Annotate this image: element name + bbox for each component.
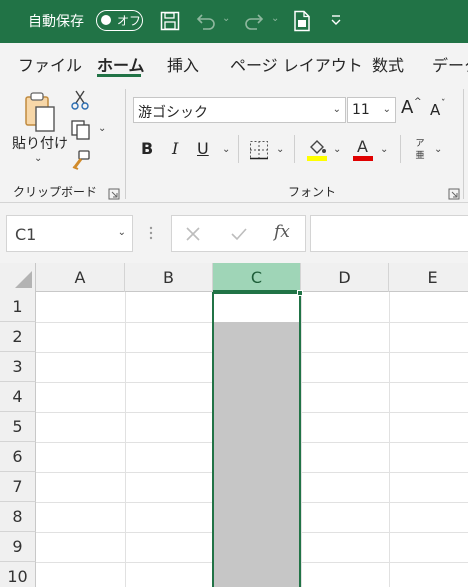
- underline-chevron-icon[interactable]: ⌄: [222, 144, 230, 155]
- autosave-label: 自動保存: [28, 14, 84, 30]
- ribbon-tabs: ファイル ホーム 挿入 ページ レイアウト 数式 データ: [0, 43, 468, 83]
- column-header-b[interactable]: B: [125, 263, 213, 292]
- decrease-font-size-icon[interactable]: Aˇ: [430, 99, 450, 123]
- grid-line: [389, 292, 390, 587]
- column-header-a[interactable]: A: [36, 263, 125, 292]
- phonetic-chevron-icon[interactable]: ⌄: [434, 144, 442, 155]
- clipboard-group-label: クリップボード: [13, 185, 98, 199]
- grid-line: [301, 292, 302, 587]
- bold-button[interactable]: B: [141, 139, 153, 158]
- formula-buttons: fx: [171, 215, 306, 252]
- borders-chevron-icon[interactable]: ⌄: [276, 144, 284, 155]
- fill-color-icon[interactable]: [306, 137, 328, 161]
- grid-line: [125, 292, 126, 587]
- underline-button[interactable]: U: [197, 139, 209, 158]
- group-separator: [463, 89, 464, 199]
- tab-file[interactable]: ファイル: [18, 52, 82, 76]
- row-header-3[interactable]: 3: [0, 352, 36, 382]
- font-separator: [400, 135, 401, 163]
- row-header-10[interactable]: 10: [0, 562, 36, 587]
- fill-color-chevron-icon[interactable]: ⌄: [333, 144, 341, 155]
- worksheet-grid: A B C D E 1 2 3 4 5 6 7 8 9 10: [0, 263, 468, 587]
- borders-icon[interactable]: [249, 140, 269, 160]
- row-header-8[interactable]: 8: [0, 502, 36, 532]
- tab-data[interactable]: データ: [432, 52, 468, 76]
- title-bar: 自動保存 オフ ⌄ ⌄: [0, 0, 468, 43]
- tab-insert[interactable]: 挿入: [167, 52, 199, 76]
- paste-button-label[interactable]: 貼り付け: [12, 133, 68, 153]
- cancel-icon[interactable]: [185, 226, 201, 242]
- active-tab-indicator: [97, 74, 141, 77]
- autosave-state: オフ: [117, 14, 142, 28]
- column-header-c[interactable]: C: [213, 263, 301, 292]
- format-painter-icon[interactable]: [70, 149, 92, 171]
- copy-icon[interactable]: [70, 119, 92, 141]
- column-header-row: A B C D E: [0, 263, 468, 292]
- font-name-select[interactable]: 游ゴシック ⌄: [133, 97, 346, 123]
- row-header-9[interactable]: 9: [0, 532, 36, 562]
- font-size-select[interactable]: 11 ⌄: [347, 97, 396, 123]
- group-separator: [125, 89, 126, 199]
- phonetic-guide-icon[interactable]: ア 亜: [413, 138, 427, 164]
- name-box-chevron-icon[interactable]: ⌄: [118, 227, 126, 238]
- select-all-corner[interactable]: [0, 263, 36, 292]
- font-name-chevron-icon: ⌄: [332, 104, 341, 115]
- clipboard-dialog-launcher-icon[interactable]: [108, 185, 120, 200]
- font-separator: [238, 135, 239, 163]
- save-icon[interactable]: [160, 11, 180, 31]
- font-color-icon[interactable]: A: [352, 137, 374, 161]
- paste-icon[interactable]: [20, 91, 60, 135]
- name-box[interactable]: C1 ⌄: [6, 215, 133, 252]
- row-header-7[interactable]: 7: [0, 472, 36, 502]
- font-size-value: 11: [352, 102, 370, 118]
- undo-icon[interactable]: [195, 11, 217, 31]
- font-color-chevron-icon[interactable]: ⌄: [380, 144, 388, 155]
- active-cell-c1[interactable]: [212, 292, 301, 587]
- font-dialog-launcher-icon[interactable]: [448, 185, 460, 200]
- redo-dropdown-chevron-icon[interactable]: ⌄: [271, 13, 279, 24]
- tab-page-layout[interactable]: ページ レイアウト: [230, 52, 363, 76]
- customize-icon[interactable]: [329, 12, 343, 28]
- row-header-6[interactable]: 6: [0, 442, 36, 472]
- insert-function-icon[interactable]: fx: [274, 222, 290, 242]
- font-separator: [294, 135, 295, 163]
- tab-home[interactable]: ホーム: [97, 52, 145, 76]
- copy-dropdown-chevron-icon[interactable]: ⌄: [98, 123, 106, 134]
- formula-input[interactable]: [310, 215, 468, 252]
- ribbon: 貼り付け ⌄ ⌄ クリップボード 游ゴシック ⌄ 11 ⌄ A ^ Aˇ B I …: [0, 83, 468, 203]
- undo-dropdown-chevron-icon[interactable]: ⌄: [222, 13, 230, 24]
- redo-icon[interactable]: [243, 11, 265, 31]
- increase-font-size-icon[interactable]: A ^: [401, 97, 422, 121]
- formula-bar-grip-icon[interactable]: [149, 225, 153, 241]
- row-header-2[interactable]: 2: [0, 322, 36, 352]
- font-size-chevron-icon: ⌄: [382, 104, 391, 115]
- autosave-toggle[interactable]: オフ: [96, 10, 143, 31]
- row-header-4[interactable]: 4: [0, 382, 36, 412]
- paste-dropdown-chevron-icon[interactable]: ⌄: [34, 153, 42, 164]
- autosave-knob: [101, 15, 111, 25]
- column-header-d[interactable]: D: [301, 263, 389, 292]
- cut-icon[interactable]: [70, 89, 90, 111]
- tab-formulas[interactable]: 数式: [372, 52, 404, 76]
- name-box-value: C1: [15, 225, 37, 244]
- fill-handle[interactable]: [297, 290, 303, 296]
- row-header-1[interactable]: 1: [0, 292, 36, 322]
- column-header-e[interactable]: E: [389, 263, 468, 292]
- row-header-5[interactable]: 5: [0, 412, 36, 442]
- formula-bar-area: C1 ⌄ fx: [0, 203, 468, 263]
- document-icon[interactable]: [292, 10, 312, 32]
- italic-button[interactable]: I: [172, 139, 178, 158]
- enter-check-icon[interactable]: [230, 226, 248, 242]
- svg-text:A: A: [357, 137, 368, 156]
- font-group-label: フォント: [288, 185, 337, 199]
- font-name-value: 游ゴシック: [138, 105, 208, 121]
